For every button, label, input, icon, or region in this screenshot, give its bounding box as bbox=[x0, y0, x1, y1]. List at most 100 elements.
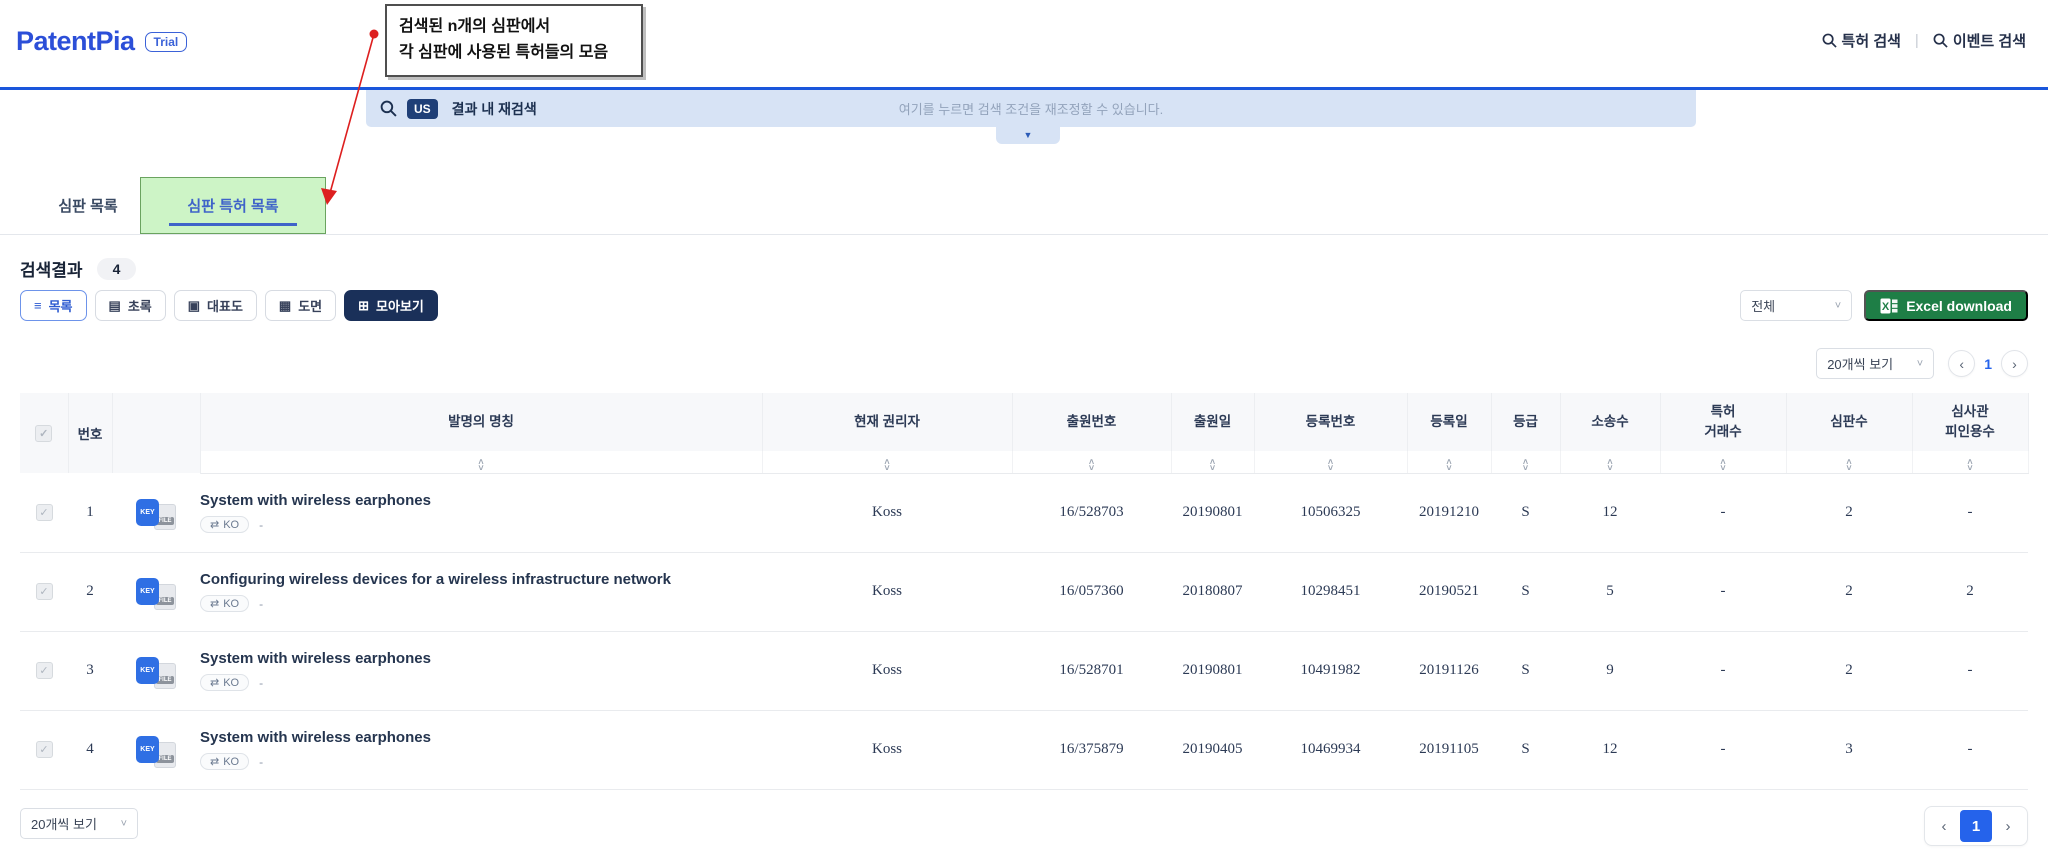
logo-wrap: PatentPia Trial bbox=[16, 26, 187, 57]
next-page-button[interactable]: › bbox=[1992, 810, 2024, 842]
page-number[interactable]: 1 bbox=[1960, 810, 1992, 842]
trades-cell: - bbox=[1660, 631, 1786, 710]
patent-title-link[interactable]: System with wireless earphones bbox=[200, 492, 762, 509]
check-icon: ✓ bbox=[39, 664, 48, 677]
trials-cell: 3 bbox=[1786, 710, 1912, 789]
header-num: 번호 bbox=[68, 393, 112, 473]
table-row: ✓ 2 KEY FILE Configuring wireless device… bbox=[20, 552, 2028, 631]
key-patent-icon[interactable]: KEY bbox=[136, 578, 159, 605]
sort-reg-date[interactable]: ˄˅ bbox=[1407, 451, 1491, 473]
owner-cell: Koss bbox=[762, 631, 1012, 710]
family-value: - bbox=[259, 518, 263, 532]
page-size-value: 20개씩 보기 bbox=[1827, 354, 1893, 373]
translate-ko-pill[interactable]: ⇄KO bbox=[200, 674, 249, 691]
view-abstract-button[interactable]: ▤ 초록 bbox=[95, 290, 166, 321]
excel-download-button[interactable]: X Excel download bbox=[1864, 290, 2028, 321]
row-badges: KEY FILE bbox=[112, 499, 200, 526]
citations-cell: 2 bbox=[1912, 552, 2028, 631]
page-size-select-top[interactable]: 20개씩 보기 ˅ bbox=[1816, 348, 1934, 379]
reg-no-cell: 10491982 bbox=[1254, 631, 1407, 710]
translate-icon: ⇄ bbox=[210, 755, 219, 768]
tab-trial-list[interactable]: 심판 목록 bbox=[40, 178, 136, 232]
view-list-button[interactable]: ≡ 목록 bbox=[20, 290, 87, 321]
sort-down-icon: ˅ bbox=[1607, 465, 1612, 471]
chevron-down-icon: ▼ bbox=[1024, 130, 1033, 140]
trials-cell: 2 bbox=[1786, 473, 1912, 552]
filter-select-value: 전체 bbox=[1751, 296, 1775, 315]
right-controls: 전체 ˅ X Excel download bbox=[1740, 290, 2028, 321]
sort-app-no[interactable]: ˄˅ bbox=[1012, 451, 1171, 473]
patent-title-link[interactable]: Configuring wireless devices for a wirel… bbox=[200, 571, 762, 588]
nav-event-search[interactable]: 이벤트 검색 bbox=[1933, 30, 2026, 51]
patent-title-link[interactable]: System with wireless earphones bbox=[200, 650, 762, 667]
row-checkbox[interactable]: ✓ bbox=[36, 504, 53, 521]
tab-trial-patent-list-label: 심판 특허 목록 bbox=[187, 195, 278, 216]
sort-owner[interactable]: ˄˅ bbox=[762, 451, 1012, 473]
header-trials: 심판수 bbox=[1786, 393, 1912, 451]
sort-lawsuits[interactable]: ˄˅ bbox=[1560, 451, 1660, 473]
sort-down-icon: ˅ bbox=[1089, 465, 1094, 471]
translate-ko-pill[interactable]: ⇄KO bbox=[200, 595, 249, 612]
sort-grade[interactable]: ˄˅ bbox=[1491, 451, 1560, 473]
row-checkbox[interactable]: ✓ bbox=[36, 662, 53, 679]
trades-cell: - bbox=[1660, 552, 1786, 631]
translate-ko-pill[interactable]: ⇄KO bbox=[200, 753, 249, 770]
key-patent-icon[interactable]: KEY bbox=[136, 736, 159, 763]
view-figure-button[interactable]: ▣ 대표도 bbox=[174, 290, 257, 321]
select-all-checkbox[interactable]: ✓ bbox=[35, 425, 52, 442]
reg-date-cell: 20191105 bbox=[1407, 710, 1491, 789]
citations-cell: - bbox=[1912, 710, 2028, 789]
table-row: ✓ 4 KEY FILE System with wireless earpho… bbox=[20, 710, 2028, 789]
lawsuits-cell: 12 bbox=[1560, 710, 1660, 789]
prev-page-button[interactable]: ‹ bbox=[1948, 350, 1975, 377]
sort-reg-no[interactable]: ˄˅ bbox=[1254, 451, 1407, 473]
prev-page-button[interactable]: ‹ bbox=[1928, 810, 1960, 842]
sort-trades[interactable]: ˄˅ bbox=[1660, 451, 1786, 473]
chevron-down-icon: ˅ bbox=[1917, 358, 1923, 370]
header-trades: 특허거래수 bbox=[1660, 393, 1786, 451]
key-patent-icon[interactable]: KEY bbox=[136, 499, 159, 526]
sort-down-icon: ˅ bbox=[1523, 465, 1528, 471]
page-size-select-bottom[interactable]: 20개씩 보기 ˅ bbox=[20, 808, 138, 839]
filter-select[interactable]: 전체 ˅ bbox=[1740, 290, 1852, 321]
sort-down-icon: ˅ bbox=[1446, 465, 1451, 471]
header-reg-no: 등록번호 bbox=[1254, 393, 1407, 451]
translate-icon: ⇄ bbox=[210, 518, 219, 531]
lawsuits-cell: 9 bbox=[1560, 631, 1660, 710]
sort-citations[interactable]: ˄˅ bbox=[1912, 451, 2028, 473]
tabs-divider bbox=[0, 234, 2048, 235]
svg-text:X: X bbox=[1882, 301, 1890, 313]
header-citations: 심사관피인용수 bbox=[1912, 393, 2028, 451]
collect-view-button[interactable]: ⊞ 모아보기 bbox=[344, 290, 438, 321]
patent-title-link[interactable]: System with wireless earphones bbox=[200, 729, 762, 746]
refine-search-bar[interactable]: US 결과 내 재검색 여기를 누르면 검색 조건을 재조정할 수 있습니다. bbox=[366, 90, 1696, 127]
header-owner: 현재 권리자 bbox=[762, 393, 1012, 451]
row-badges: KEY FILE bbox=[112, 578, 200, 605]
row-checkbox[interactable]: ✓ bbox=[36, 741, 53, 758]
grade-cell: S bbox=[1491, 552, 1560, 631]
tab-trial-patent-list[interactable]: 심판 특허 목록 bbox=[141, 178, 325, 233]
page-number[interactable]: 1 bbox=[1984, 356, 1992, 372]
view-list-label: 목록 bbox=[49, 296, 73, 315]
header-lawsuits: 소송수 bbox=[1560, 393, 1660, 451]
sort-app-date[interactable]: ˄˅ bbox=[1171, 451, 1254, 473]
sort-title[interactable]: ˄˅ bbox=[200, 451, 762, 473]
search-collapse-toggle[interactable]: ▼ bbox=[996, 127, 1060, 144]
chevron-right-icon: › bbox=[2006, 818, 2011, 835]
refine-search-label: 결과 내 재검색 bbox=[452, 99, 537, 119]
key-patent-icon[interactable]: KEY bbox=[136, 657, 159, 684]
next-page-button[interactable]: › bbox=[2001, 350, 2028, 377]
top-pagination-row: 20개씩 보기 ˅ ‹ 1 › bbox=[1816, 348, 2028, 379]
view-drawing-button[interactable]: ▦ 도면 bbox=[265, 290, 336, 321]
trades-cell: - bbox=[1660, 473, 1786, 552]
translate-ko-pill[interactable]: ⇄KO bbox=[200, 516, 249, 533]
check-icon: ✓ bbox=[39, 585, 48, 598]
nav-patent-search[interactable]: 특허 검색 bbox=[1822, 30, 1901, 51]
sort-trials[interactable]: ˄˅ bbox=[1786, 451, 1912, 473]
row-checkbox[interactable]: ✓ bbox=[36, 583, 53, 600]
annotation-tooltip: 검색된 n개의 심판에서 각 심판에 사용된 특허들의 모음 bbox=[385, 4, 643, 77]
bottom-controls-left: 20개씩 보기 ˅ bbox=[20, 808, 138, 839]
app-logo[interactable]: PatentPia bbox=[16, 26, 135, 57]
row-num: 4 bbox=[68, 710, 112, 789]
citations-cell: - bbox=[1912, 631, 2028, 710]
